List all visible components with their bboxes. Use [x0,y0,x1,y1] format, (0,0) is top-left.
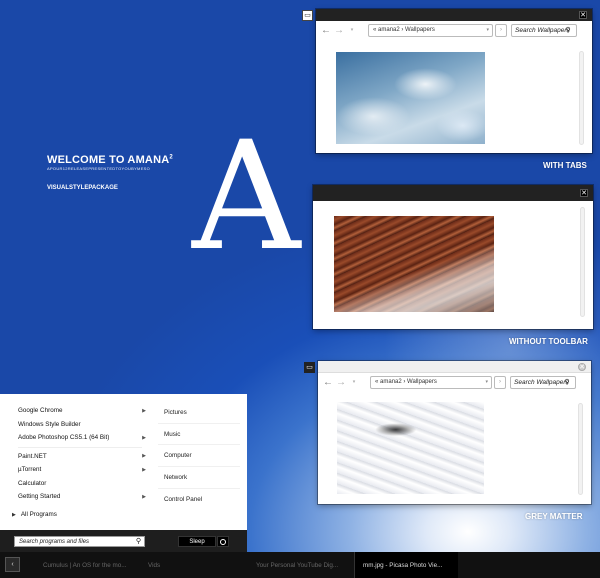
program-item[interactable]: Calculator [10,477,150,491]
refresh-icon[interactable]: › [495,23,507,37]
chevron-down-icon[interactable]: ▾ [485,379,488,385]
chevron-down-icon[interactable]: ▾ [349,379,359,385]
taskbar-item-active[interactable]: mm.jpg - Picasa Photo Vie... [354,552,458,578]
place-computer[interactable]: Computer [158,445,240,468]
chevron-right-icon: ▶ [142,466,146,473]
welcome-title: WELCOME TO AMANA2 [47,154,173,166]
magnifier-icon[interactable]: ⚲ [136,537,141,545]
chevron-right-icon: ▶ [142,453,146,460]
scrollbar[interactable] [578,403,583,495]
arrow-right-icon[interactable]: → [334,25,344,36]
place-control-panel[interactable]: Control Panel [158,489,240,511]
close-icon[interactable]: ✕ [580,189,588,197]
window-label: WITH TABS [543,161,587,170]
taskbar-item[interactable]: Vids [140,552,240,578]
logo-letter: A [192,110,301,284]
tab-icon[interactable]: ▭ [304,362,315,373]
magnifier-icon[interactable]: ⚲ [562,378,572,386]
all-programs-button[interactable]: ▶ All Programs [12,511,57,518]
title-bar[interactable]: ✕ [316,9,592,21]
tab-icon[interactable]: ▭ [302,10,313,21]
title-bar[interactable]: ✕ [313,185,593,201]
start-button[interactable]: ‹ [5,557,20,572]
program-item[interactable]: Google Chrome ▶ [10,404,150,418]
chevron-down-icon[interactable]: ▾ [347,27,357,33]
chevron-down-icon[interactable]: ▾ [486,27,489,33]
chevron-right-icon: ▶ [142,407,146,414]
scrollbar[interactable] [580,207,585,317]
address-bar[interactable]: « amana2 › Wallpapers ▾ [370,375,492,389]
places-list: Pictures Music Computer Network Control … [158,402,240,510]
title-bar[interactable]: ✕ [318,361,591,373]
chevron-right-icon: ▶ [142,493,146,500]
start-search-input[interactable]: Search programs and files ⚲ [14,536,145,547]
toolbar: ← → ▾ « amana2 › Wallpapers ▾ › Search W… [323,373,586,391]
refresh-icon[interactable]: › [494,375,506,389]
place-pictures[interactable]: Pictures [158,402,240,424]
program-item[interactable]: Paint.NET ▶ [10,450,150,464]
pack-label: VISUALSTYLEPACKAGE [47,185,118,191]
address-bar[interactable]: « amana2 › Wallpapers ▾ [368,23,493,37]
welcome-subtitle: APOUR12RELEASEPRESENTEDTOYOUBYMESO [47,166,151,171]
taskbar-item[interactable]: Your Personal YouTube Dig... [248,552,352,578]
explorer-window-with-tabs: ✕ ← → ▾ « amana2 › Wallpapers ▾ › Search… [316,9,592,153]
arrow-left-icon[interactable]: ← [321,25,331,36]
close-icon[interactable]: ✕ [579,11,587,19]
explorer-window-without-toolbar: ✕ [313,185,593,329]
wallpaper-thumbnail[interactable] [337,402,484,494]
toolbar: ← → ▾ « amana2 › Wallpapers ▾ › Search W… [321,21,587,39]
chevron-right-icon: ▶ [142,434,146,441]
power-icon[interactable] [217,536,229,547]
scrollbar[interactable] [579,51,584,145]
wallpaper-thumbnail[interactable] [336,52,485,144]
program-item[interactable]: Windows Style Builder [10,418,150,432]
arrow-right-icon[interactable]: → [336,377,346,388]
magnifier-icon[interactable]: ⚲ [563,26,573,34]
wallpaper-thumbnail[interactable] [334,216,494,312]
program-list: Google Chrome ▶ Windows Style Builder Ado… [10,404,150,504]
sleep-button[interactable]: Sleep [178,536,216,547]
explorer-window-grey-matter: ✕ ← → ▾ « amana2 › Wallpapers ▾ › Search… [318,361,591,504]
place-music[interactable]: Music [158,424,240,446]
place-network[interactable]: Network [158,467,240,489]
window-label: WITHOUT TOOLBAR [509,337,588,346]
program-item[interactable]: Getting Started ▶ [10,490,150,504]
window-label: GREY MATTER [525,512,583,521]
triangle-right-icon: ▶ [12,512,16,518]
arrow-left-icon[interactable]: ← [323,377,333,388]
start-menu: Google Chrome ▶ Windows Style Builder Ado… [0,394,247,530]
divider [18,446,142,448]
taskbar-item[interactable]: Cumulus | An OS for the mo... [35,552,137,578]
close-icon[interactable]: ✕ [578,363,586,371]
program-item[interactable]: µTorrent ▶ [10,463,150,477]
program-item[interactable]: Adobe Photoshop CS5.1 (64 Bit) ▶ [10,431,150,445]
